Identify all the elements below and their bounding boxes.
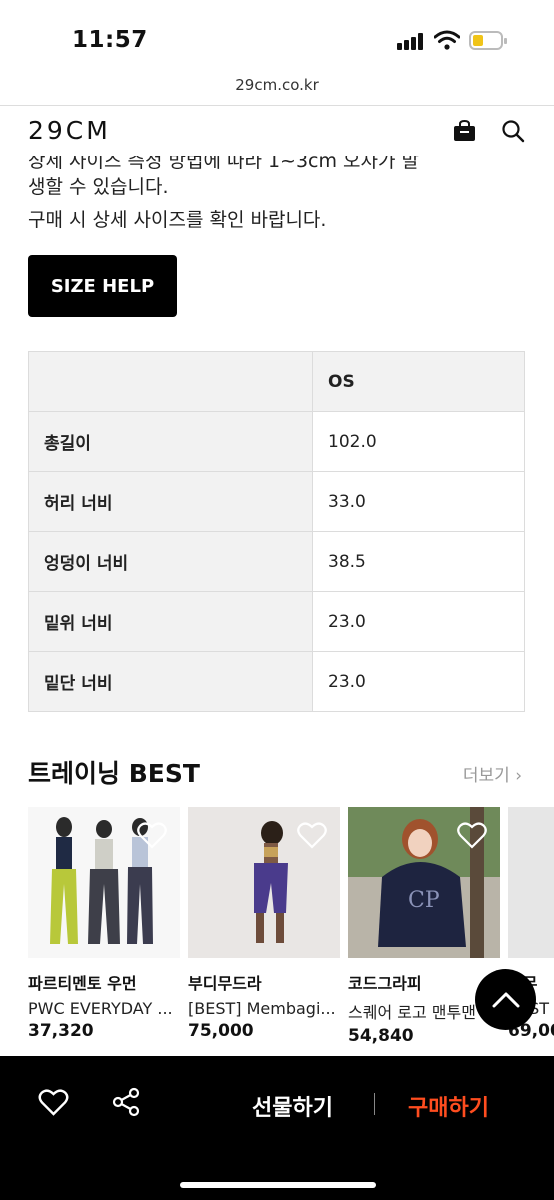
table-header-os: OS — [312, 351, 525, 412]
chevron-right-icon: › — [515, 766, 522, 786]
divider — [374, 1093, 375, 1115]
table-row: 엉덩이 너비 38.5 — [28, 531, 525, 592]
product-brand: 파르티멘토 우먼 — [28, 974, 137, 993]
product-name: PWC EVERYDAY ... — [28, 999, 173, 1018]
heart-icon[interactable] — [38, 1088, 69, 1116]
table-header-row: OS — [28, 351, 525, 412]
table-row: 밑위 너비 23.0 — [28, 591, 525, 652]
bottom-action-bar: 선물하기 구매하기 — [0, 1056, 554, 1200]
product-price: 37,320 — [28, 1021, 94, 1041]
battery-icon — [469, 31, 507, 50]
description-line-2: 구매 시 상세 사이즈를 확인 바랍니다. — [28, 209, 327, 231]
svg-text:CP: CP — [408, 888, 440, 913]
product-price: 54,840 — [348, 1026, 414, 1046]
buy-button[interactable]: 구매하기 — [408, 1090, 489, 1122]
table-row: 총길이 102.0 — [28, 411, 525, 472]
gift-button[interactable]: 선물하기 — [252, 1090, 333, 1122]
row-value: 23.0 — [312, 651, 525, 712]
row-label: 밑단 너비 — [28, 651, 313, 712]
table-row: 허리 너비 33.0 — [28, 471, 525, 532]
section-title: 트레이닝 BEST — [28, 759, 200, 788]
product-price: 75,000 — [188, 1021, 254, 1041]
table-header-label — [28, 351, 313, 412]
chevron-up-icon — [492, 992, 519, 1007]
row-label: 허리 너비 — [28, 471, 313, 532]
share-icon[interactable] — [112, 1087, 140, 1117]
product-image[interactable] — [508, 807, 554, 958]
heart-icon[interactable] — [137, 821, 167, 849]
heart-icon[interactable] — [457, 821, 487, 849]
more-link[interactable]: 더보기 › — [463, 761, 522, 786]
size-help-button[interactable]: SIZE HELP — [28, 255, 177, 317]
scroll-to-top-button[interactable] — [475, 969, 536, 1030]
product-card[interactable]: 부디무드라 [BEST] Membagi... 75,000 — [188, 807, 340, 1041]
row-value: 102.0 — [312, 411, 525, 472]
url-bar[interactable]: 29cm.co.kr — [0, 76, 554, 94]
row-value: 23.0 — [312, 591, 525, 652]
product-image[interactable] — [28, 807, 180, 958]
cellular-signal-icon — [397, 33, 423, 50]
description-line-1: 생할 수 있습니다. — [28, 176, 169, 198]
product-brand: 부디무드라 — [188, 974, 262, 993]
row-label: 엉덩이 너비 — [28, 531, 313, 592]
heart-icon[interactable] — [297, 821, 327, 849]
product-card[interactable]: 파르티멘토 우먼 PWC EVERYDAY ... 37,320 — [28, 807, 180, 1041]
home-indicator — [180, 1182, 376, 1188]
more-link-label: 더보기 — [462, 766, 510, 786]
search-icon[interactable] — [501, 119, 525, 143]
product-image[interactable]: CP — [348, 807, 500, 958]
row-value: 33.0 — [312, 471, 525, 532]
table-row: 밑단 너비 23.0 — [28, 651, 525, 712]
product-image[interactable] — [188, 807, 340, 958]
wifi-icon — [434, 30, 460, 50]
logo[interactable]: 29CM — [28, 116, 111, 145]
status-time: 11:57 — [72, 27, 148, 53]
row-label: 총길이 — [28, 411, 313, 472]
status-bar: 11:57 — [0, 0, 554, 68]
row-value: 38.5 — [312, 531, 525, 592]
shopping-bag-icon[interactable] — [453, 120, 476, 142]
size-table: OS 총길이 102.0 허리 너비 33.0 엉덩이 너비 38.5 밑위 너… — [28, 351, 525, 712]
row-label: 밑위 너비 — [28, 591, 313, 652]
site-header: 29CM — [0, 106, 554, 156]
product-name: [BEST] Membagi... — [188, 999, 336, 1018]
